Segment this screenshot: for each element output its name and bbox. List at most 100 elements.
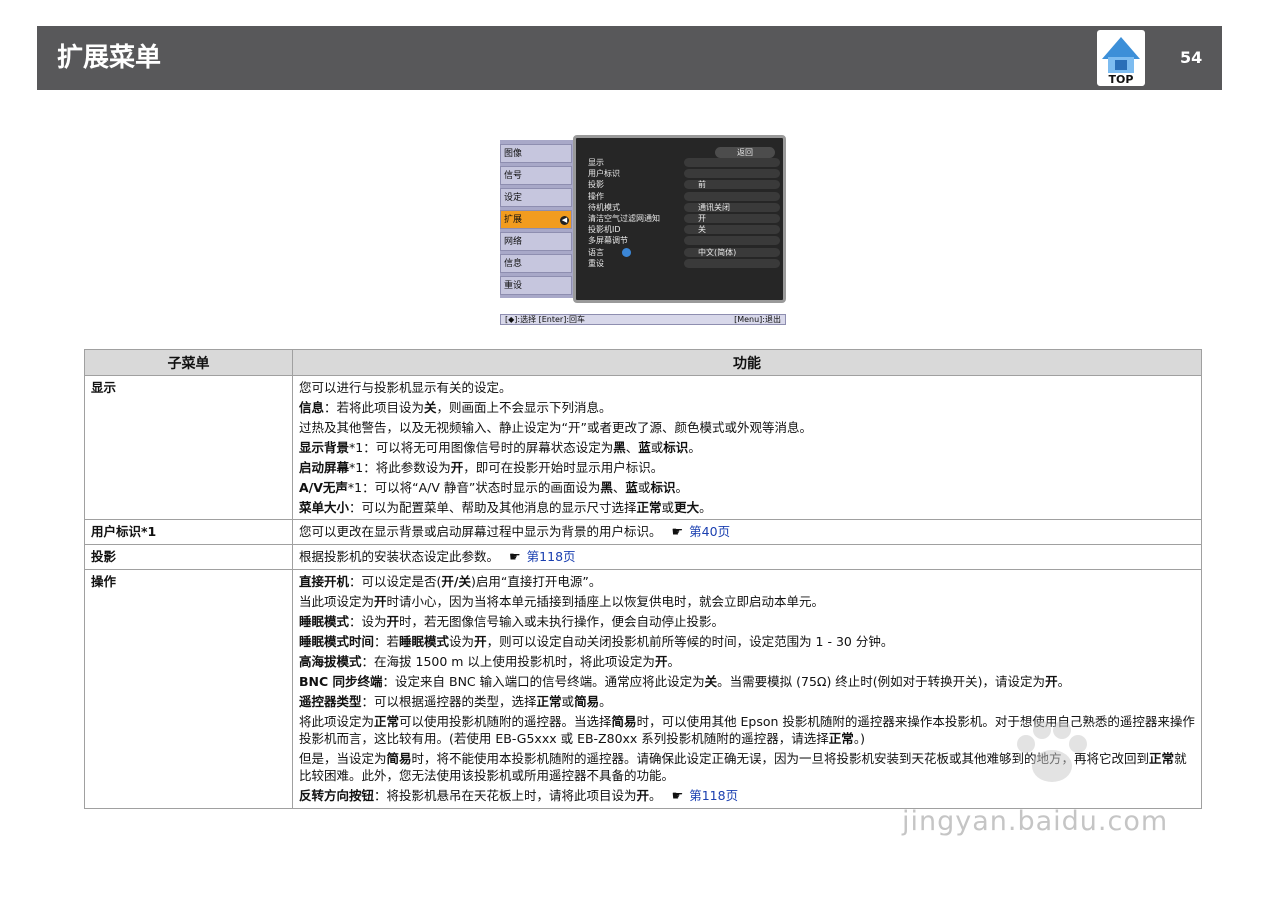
bold-term: 标识 [650,480,676,495]
top-icon-graphic: TOP [1097,30,1145,86]
menu-option-value: 前 [698,180,706,190]
bold-term: 简易 [611,714,637,729]
text-run: 过热及其他警告，以及无视频输入、静止设定为“开”或者更改了源、颜色模式或外观等消… [299,420,812,435]
watermark-paw-icon [1017,721,1087,782]
menu-option-row[interactable]: 语言 中文(简体) [584,247,780,258]
description-paragraph: 睡眠模式时间：若睡眠模式设为开，则可以设定自动关闭投影机前所等候的时间，设定范围… [299,633,1195,650]
menu-tab-item[interactable]: 网络 [500,232,572,251]
description-paragraph: 高海拔模式：在海拔 1500 m 以上使用投影机时，将此项设定为开。 [299,653,1195,670]
menu-option-row[interactable]: 投影机ID 关 [584,224,780,235]
table-row: 用户标识*1 您可以更改在显示背景或启动屏幕过程中显示为背景的用户标识。 ☛ 第40页 [84,519,1202,545]
text-run: 。 [699,500,712,515]
menu-tab-item[interactable]: 设定 [500,188,572,207]
pointing-hand-icon: ☛ [671,525,684,540]
bold-term: 更大 [674,500,700,515]
menu-screenshot: 图像 信号 设定 扩展 ◀ 网络 信息 重设 返回 显示 用户标识 投影前操作 待机模式 通讯关闭 清洁… [500,135,786,328]
menu-option-row[interactable]: 多屏幕调节 [584,235,780,246]
description-paragraph: 显示背景*1：可以将无可用图像信号时的屏幕状态设定为黑、蓝或标识。 [299,439,1195,456]
description-paragraph: 您可以进行与投影机显示有关的设定。 [299,379,1195,396]
text-run: 。 [1057,674,1071,689]
menu-right-panel: 返回 显示 用户标识 投影前操作 待机模式 通讯关闭 清洁空气过滤网通知开投影机ID 关多屏… [573,135,786,303]
menu-option-row[interactable]: 投影 前 [584,179,780,190]
bold-term: 睡眠模式 [399,634,450,649]
menu-tab-item[interactable]: 图像 [500,144,572,163]
bold-term: 高海拔模式 [299,654,362,669]
text-run: 。 [675,480,688,495]
bold-term: 蓝 [625,480,638,495]
bold-term: 睡眠模式时间 [299,634,375,649]
text-run: *1：可以将无可用图像信号时的屏幕状态设定为 [349,440,614,455]
bold-term: 正常 [374,714,400,729]
text-run: ：可以设定是否( [349,574,442,589]
pointing-hand-icon: ☛ [671,789,684,804]
text-run: ：设定来自 BNC 输入端口的信号终端。通常应将此设定为 [382,674,705,689]
description-paragraph: 过热及其他警告，以及无视频输入、静止设定为“开”或者更改了源、颜色模式或外观等消… [299,419,1195,436]
bold-term: 正常 [536,694,562,709]
menu-value-pill [684,236,780,246]
text-run: 。当需要模拟 (75Ω) 终止时(例如对于转换开关)，请设定为 [717,674,1046,689]
watermark-text: jingyan.baidu.com [902,806,1169,837]
text-run: ，则画面上不会显示下列消息。 [436,400,612,415]
menu-option-label: 待机模式 [588,202,620,212]
description-paragraph: 根据投影机的安装状态设定此参数。 ☛ 第118页 [299,548,1195,566]
bold-term: 简易 [574,694,600,709]
menu-value-pill [684,258,780,268]
description-paragraph: A/V无声*1：可以将“A/V 静音”状态时显示的画面设为黑、蓝或标识。 [299,479,1195,496]
text-run: ：设为 [349,614,387,629]
text-run: 您可以进行与投影机显示有关的设定。 [299,380,512,395]
text-run: 。 [667,654,680,669]
menu-tab-item[interactable]: 扩展 ◀ [500,210,572,229]
menu-option-value: 关 [698,225,706,235]
top-home-icon[interactable]: TOP [1096,29,1146,87]
page-reference-link[interactable]: 第40页 [689,524,730,539]
page-reference-link[interactable]: 第118页 [689,788,738,803]
description-paragraph: 当此项设定为开时请小心，因为当将本单元插接到插座上以恢复供电时，就会立即启动本单… [299,593,1195,610]
pointing-hand-icon: ☛ [509,550,521,565]
menu-option-row[interactable]: 清洁空气过滤网通知 开 [584,213,780,224]
bold-term: 开 [474,634,487,649]
function-description: 您可以进行与投影机显示有关的设定。 信息：若将此项目设为关，则画面上不会显示下列消… [292,375,1202,520]
bold-term: A/V无声 [299,480,348,495]
top-icon-label: TOP [1109,73,1134,86]
menu-option-row[interactable]: 操作 [584,191,780,202]
menu-option-row[interactable]: 重设 [584,258,780,269]
menu-tab-item[interactable]: 信息 [500,254,572,273]
menu-option-row[interactable]: 待机模式 通讯关闭 [584,202,780,213]
menu-option-value: 通讯关闭 [698,202,730,212]
bold-term: 睡眠模式 [299,614,350,629]
bold-term: 黑 [613,440,626,455]
description-paragraph: 直接开机：可以设定是否(开/关)启用“直接打开电源”。 [299,573,1195,590]
menu-option-label: 显示 [588,158,604,167]
submenu-name: 用户标识*1 [84,519,293,545]
bold-term: 开 [1045,674,1058,689]
bold-term: 遥控器类型 [299,694,362,709]
menu-tab-item[interactable]: 信号 [500,166,572,185]
text-run: 。) [853,731,865,746]
menu-option-row[interactable]: 显示 [584,157,780,168]
table-row: 投影 根据投影机的安装状态设定此参数。 ☛ 第118页 [84,544,1202,570]
bold-term: 显示背景 [299,440,350,455]
text-run: 、 [625,440,639,455]
menu-option-value: 中文(简体) [698,247,737,257]
text-run: 可以使用投影机随附的遥控器。当选择 [399,714,612,729]
text-run: ：若将此项目设为 [324,400,425,415]
column-header-function: 功能 [292,349,1202,376]
text-run: 您可以更改在显示背景或启动屏幕过程中显示为背景的用户标识。 [299,524,662,539]
bold-term: 开 [374,594,387,609]
bold-term: 直接开机 [299,574,350,589]
menu-option-row[interactable]: 用户标识 [584,168,780,179]
globe-icon [622,247,631,257]
bold-term: 蓝 [638,440,651,455]
bold-term: 信息 [299,400,325,415]
menu-option-label: 投影机ID [588,225,621,235]
column-header-submenu: 子菜单 [84,349,293,376]
text-run: 。 [688,440,701,455]
menu-footer-right: [Menu]:退出 [734,315,781,324]
bold-term: 反转方向按钮 [299,788,375,803]
text-run: 将此项设定为 [299,714,375,729]
description-paragraph: 反转方向按钮：将投影机悬吊在天花板上时，请将此项目设为开。 ☛ 第118页 [299,787,1195,805]
page-reference-link[interactable]: 第118页 [527,549,576,564]
menu-tab-item[interactable]: 重设 [500,276,572,295]
text-run: ：可以根据遥控器的类型，选择 [361,694,537,709]
text-run: )启用“直接打开电源”。 [470,574,602,589]
